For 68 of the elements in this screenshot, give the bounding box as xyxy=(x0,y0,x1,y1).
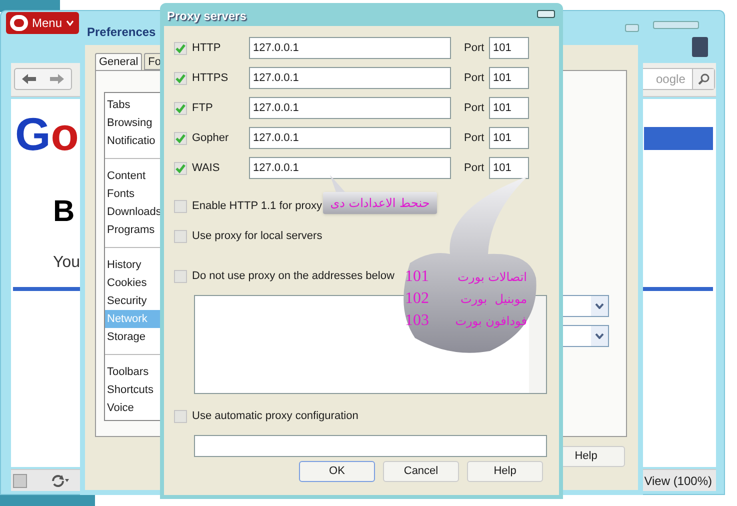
dialog-button[interactable]: Help xyxy=(467,461,543,482)
config-url-field[interactable] xyxy=(194,435,547,457)
dialog-button[interactable]: Cancel xyxy=(383,461,459,482)
address-field[interactable]: 127.0.0.1 xyxy=(249,37,451,59)
protocol-label: Gopher xyxy=(191,130,230,146)
reload-icon[interactable] xyxy=(51,474,69,486)
forward-arrow-icon[interactable] xyxy=(50,74,64,84)
option-label: Use automatic proxy configuration xyxy=(192,408,358,424)
port-number: 102 xyxy=(405,288,429,308)
checkbox[interactable] xyxy=(174,102,187,114)
protocol-label: WAIS xyxy=(191,160,221,176)
checkbox[interactable] xyxy=(174,200,187,212)
carrier-name: فودافون بورت xyxy=(455,312,527,330)
navigation-buttons[interactable] xyxy=(14,68,72,90)
protocol-label: HTTPS xyxy=(191,70,230,86)
checkbox[interactable] xyxy=(174,270,187,282)
scrollbar[interactable] xyxy=(529,296,546,393)
option-label: Enable HTTP 1.1 for proxy xyxy=(192,198,322,214)
option-label: Do not use proxy on the addresses below xyxy=(192,268,394,284)
checkbox[interactable] xyxy=(174,72,187,84)
port-number: 103 xyxy=(405,310,429,330)
port-field[interactable]: 101 xyxy=(489,37,529,59)
menu-button[interactable]: Menu xyxy=(6,12,79,34)
address-field[interactable]: 127.0.0.1 xyxy=(249,67,451,89)
port-field[interactable]: 101 xyxy=(489,97,529,119)
checkbox[interactable] xyxy=(174,42,187,54)
window-controls[interactable] xyxy=(653,21,699,29)
checkbox[interactable] xyxy=(174,230,187,242)
port-label: Port xyxy=(463,100,486,116)
checkbox[interactable] xyxy=(174,162,187,174)
option-label: Use proxy for local servers xyxy=(192,228,322,244)
checkbox[interactable] xyxy=(174,132,187,144)
trash-icon[interactable] xyxy=(692,37,708,57)
address-field[interactable]: 127.0.0.1 xyxy=(249,157,451,179)
callout-note: حنحط الاعدادات دى xyxy=(323,192,437,214)
port-label: Port xyxy=(463,130,486,146)
chevron-icon xyxy=(591,326,608,346)
address-field[interactable]: 127.0.0.1 xyxy=(249,97,451,119)
protocol-label: HTTP xyxy=(191,40,222,56)
page-text: You xyxy=(53,255,80,271)
page-banner xyxy=(644,127,713,150)
tab[interactable]: General xyxy=(95,53,142,71)
port-field[interactable]: 101 xyxy=(489,67,529,89)
close-icon[interactable] xyxy=(537,10,555,18)
address-field[interactable]: 127.0.0.1 xyxy=(249,127,451,149)
protocol-label: FTP xyxy=(191,100,214,116)
logo-text: Go xyxy=(15,111,79,157)
panel-icon[interactable] xyxy=(13,474,27,488)
carrier-name: اتصالات بورت xyxy=(458,268,527,286)
port-label: Port xyxy=(463,160,486,176)
callout-pointer xyxy=(330,175,345,192)
caret-icon xyxy=(66,20,74,26)
page-heading: B xyxy=(53,197,75,227)
chevron-icon xyxy=(591,296,608,316)
port-field[interactable]: 101 xyxy=(489,127,529,149)
search-icon[interactable] xyxy=(692,69,714,89)
port-field[interactable]: 101 xyxy=(489,157,529,179)
port-label: Port xyxy=(463,40,486,56)
port-label: Port xyxy=(463,70,486,86)
port-number: 101 xyxy=(405,266,429,286)
window-title: Proxy servers xyxy=(167,8,246,25)
zoom-label[interactable]: View (100%) xyxy=(644,472,712,490)
logo-icon xyxy=(10,15,28,31)
window-title: Preferences xyxy=(87,24,156,41)
checkbox[interactable] xyxy=(174,410,187,422)
carrier-name: موبنيل بورت xyxy=(460,290,527,308)
back-arrow-icon[interactable] xyxy=(22,74,36,84)
dialog-button[interactable]: OK xyxy=(299,461,375,482)
